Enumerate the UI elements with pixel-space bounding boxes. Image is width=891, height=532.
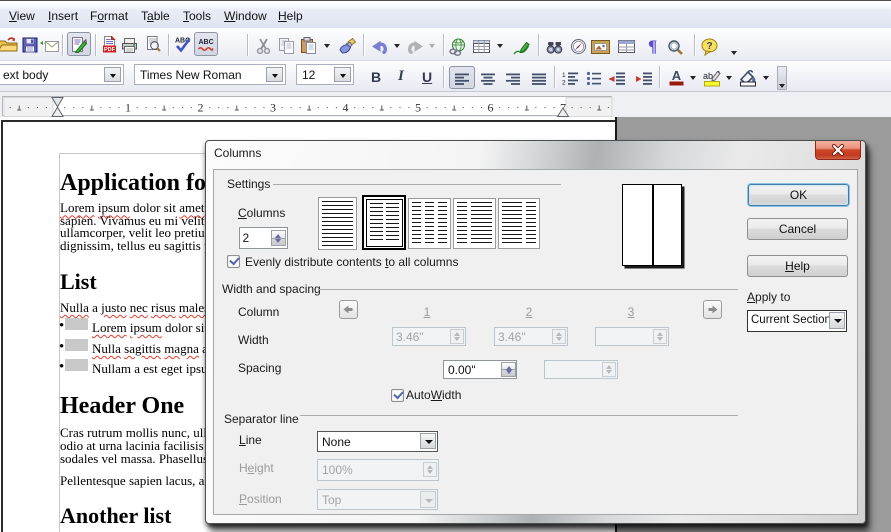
svg-text:2: 2 [562,80,566,87]
svg-text:ABC: ABC [199,39,214,46]
svg-text:1: 1 [125,101,131,115]
svg-text:6: 6 [488,101,494,115]
svg-text:1: 1 [562,72,566,79]
svg-text:?: ? [706,41,712,52]
svg-text:¶: ¶ [648,37,657,54]
svg-text:2: 2 [198,101,204,115]
svg-text:4: 4 [343,101,349,115]
svg-text:A: A [672,69,682,83]
svg-text:PDF: PDF [104,47,116,53]
svg-text:5: 5 [415,101,421,115]
svg-text:ab: ab [703,71,713,81]
svg-text:3: 3 [270,101,276,115]
